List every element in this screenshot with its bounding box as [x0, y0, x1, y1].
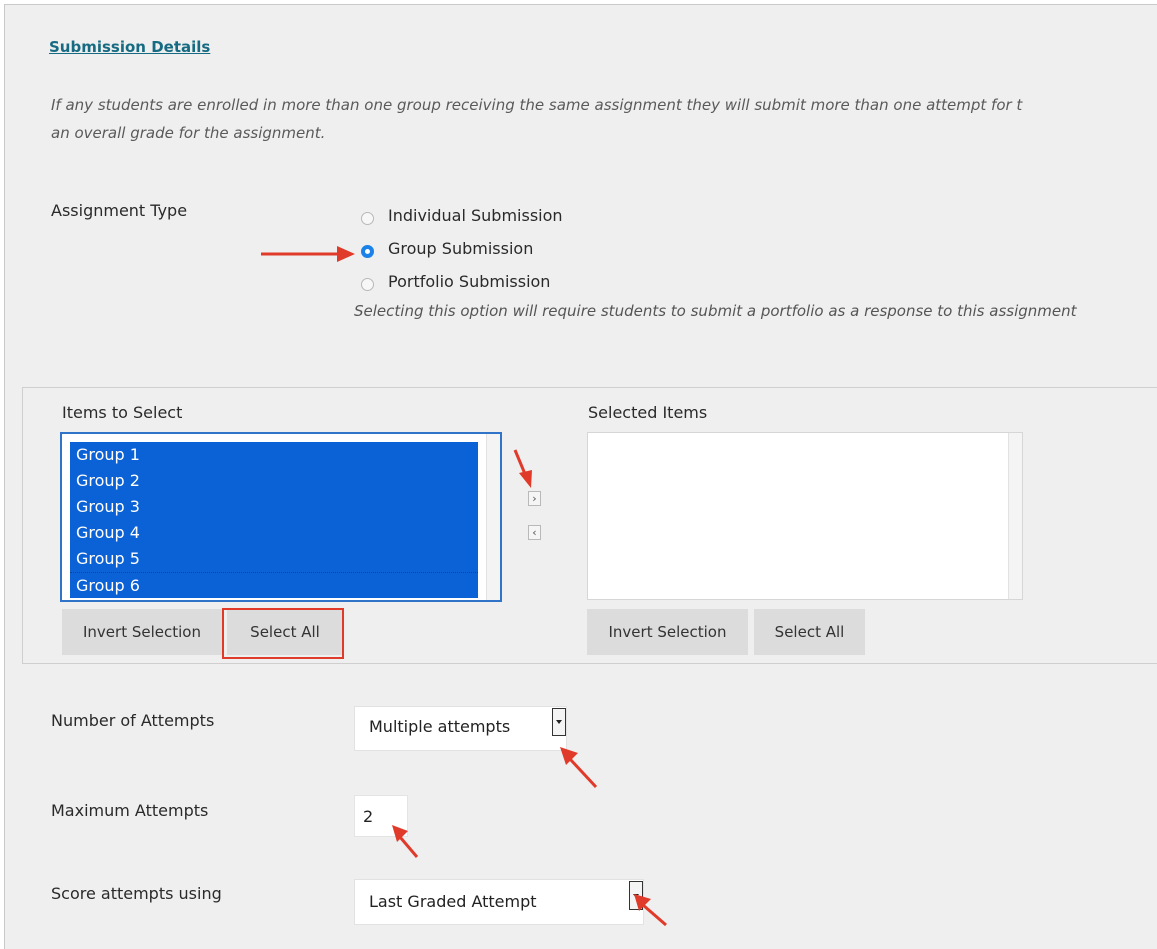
list-item[interactable]: Group 6 — [70, 572, 478, 598]
group-enrollment-note: If any students are enrolled in more tha… — [51, 91, 1157, 147]
maximum-attempts-label: Maximum Attempts — [51, 801, 209, 820]
score-attempts-select[interactable]: Last Graded Attempt — [354, 879, 644, 925]
caret-down-icon[interactable] — [552, 708, 566, 736]
selected-items-label: Selected Items — [588, 403, 708, 422]
note-line-1: If any students are enrolled in more tha… — [51, 96, 1023, 114]
submission-details-panel: Submission Details If any students are e… — [4, 4, 1157, 949]
radio-portfolio-submission[interactable]: Portfolio Submission — [361, 272, 550, 291]
radio-individual-submission[interactable]: Individual Submission — [361, 206, 563, 225]
radio-label: Group Submission — [388, 239, 534, 258]
score-attempts-label: Score attempts using — [51, 884, 222, 903]
radio-icon[interactable] — [361, 244, 374, 258]
section-title-link[interactable]: Submission Details — [49, 38, 210, 56]
select-value: Last Graded Attempt — [369, 892, 537, 911]
radio-label: Individual Submission — [388, 206, 563, 225]
select-all-button-selected[interactable]: Select All — [754, 609, 865, 655]
assignment-type-label: Assignment Type — [51, 201, 188, 220]
chevron-right-icon: › — [532, 492, 537, 505]
select-value: Multiple attempts — [369, 717, 511, 736]
listbox-scrollbar[interactable] — [486, 434, 500, 600]
items-to-select-listbox[interactable]: Group 1 Group 2 Group 3 Group 4 Group 5 … — [60, 432, 502, 602]
list-item[interactable]: Group 4 — [70, 520, 478, 546]
note-line-2: an overall grade for the assignment. — [51, 124, 326, 142]
annotation-arrow-icon — [634, 894, 667, 927]
annotation-arrow-icon — [392, 825, 419, 858]
annotation-arrow-icon — [513, 449, 532, 488]
radio-icon[interactable] — [361, 277, 374, 291]
list-item[interactable]: Group 1 — [70, 442, 478, 468]
list-item[interactable]: Group 3 — [70, 494, 478, 520]
radio-group-submission[interactable]: Group Submission — [361, 239, 533, 258]
move-right-button[interactable]: › — [528, 491, 541, 506]
number-of-attempts-label: Number of Attempts — [51, 711, 215, 730]
radio-icon[interactable] — [361, 211, 374, 225]
list-item[interactable]: Group 2 — [70, 468, 478, 494]
annotation-arrow-icon — [560, 747, 598, 789]
chevron-left-icon: ‹ — [532, 526, 537, 539]
annotation-arrow-icon — [261, 246, 355, 262]
listbox-scrollbar[interactable] — [1008, 433, 1022, 599]
radio-label: Portfolio Submission — [388, 272, 551, 291]
number-of-attempts-select[interactable]: Multiple attempts — [354, 706, 567, 751]
move-left-button[interactable]: ‹ — [528, 525, 541, 540]
select-all-highlight — [222, 608, 344, 659]
list-item[interactable]: Group 5 — [70, 546, 478, 572]
invert-selection-button-selected[interactable]: Invert Selection — [587, 609, 748, 655]
items-to-select-label: Items to Select — [62, 403, 183, 422]
portfolio-help-text: Selecting this option will require stude… — [354, 302, 1077, 320]
selected-items-listbox[interactable] — [587, 432, 1023, 600]
invert-selection-button[interactable]: Invert Selection — [62, 609, 222, 655]
